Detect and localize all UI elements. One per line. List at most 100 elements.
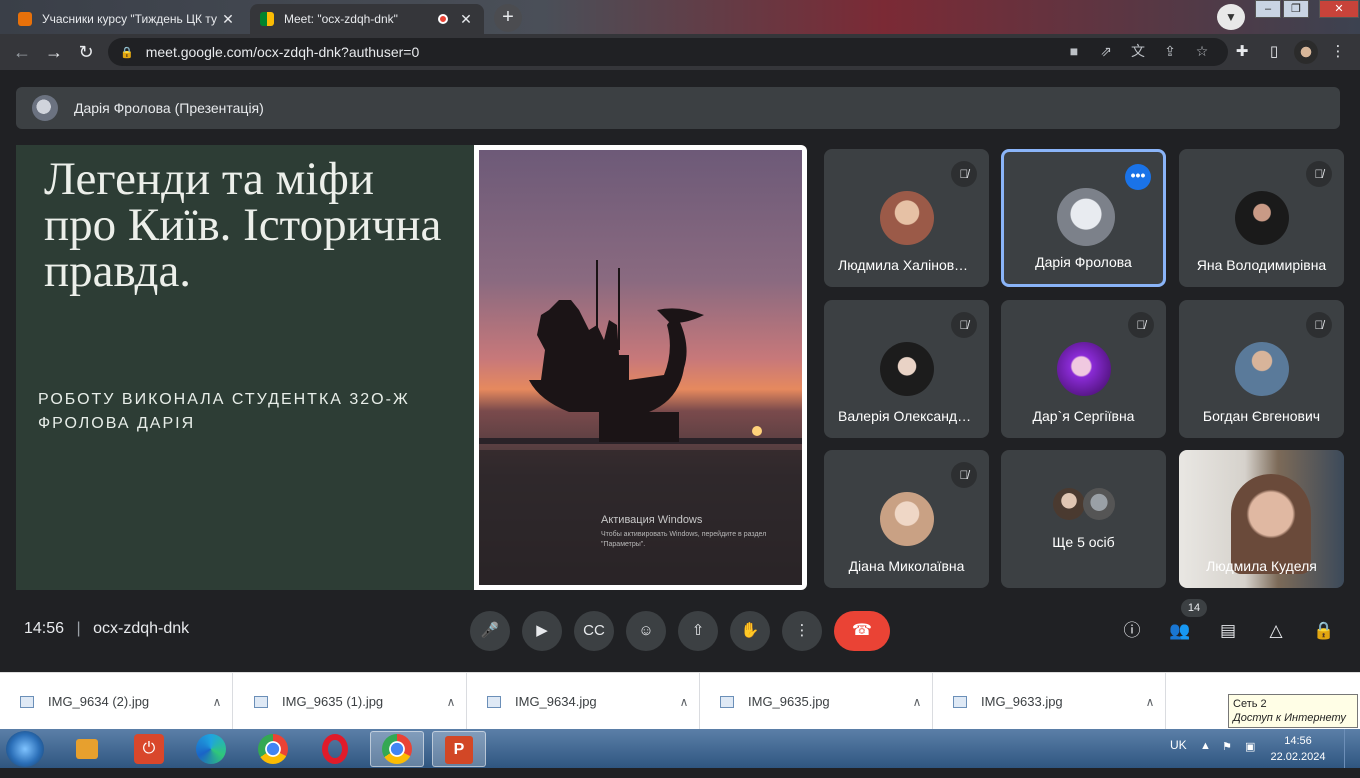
share-icon[interactable]: ⇪: [1159, 40, 1181, 62]
participant-tile[interactable]: 🎙̸ Діана Миколаївна: [824, 450, 989, 588]
participant-tile[interactable]: 🎙̸ Валерія Олександрівна: [824, 300, 989, 438]
participant-avatar: [1057, 342, 1111, 396]
windows-activation-text: Чтобы активировать Windows, перейдите в …: [601, 531, 767, 548]
participant-avatar: [1083, 488, 1115, 520]
raise-hand-button[interactable]: ✋: [730, 611, 770, 651]
chrome-active-icon[interactable]: [370, 731, 424, 767]
participant-avatar: [1057, 188, 1115, 246]
download-item[interactable]: IMG_9634 (2).jpg ∧: [0, 673, 233, 730]
reload-icon[interactable]: ↻: [70, 34, 102, 70]
participant-video-tile[interactable]: Людмила Куделя: [1179, 450, 1344, 588]
maximize-button[interactable]: ❐: [1283, 0, 1309, 18]
action-center-flag-icon[interactable]: ⚑: [1222, 740, 1232, 753]
slide-photo: Активация Windows Чтобы активировать Win…: [474, 145, 807, 590]
mic-off-icon: 🎙̸: [951, 312, 977, 338]
participant-name: Яна Володимирівна: [1196, 257, 1327, 273]
camera-icon[interactable]: ■: [1063, 40, 1085, 62]
participant-avatar: [880, 342, 934, 396]
present-now-button[interactable]: ⇧: [678, 611, 718, 651]
download-filename: IMG_9634.jpg: [515, 694, 597, 709]
participant-name: Людмила Халіновська: [838, 257, 983, 273]
microphone-button[interactable]: 🎤: [470, 611, 510, 651]
tab-search-icon[interactable]: ▼: [1217, 4, 1245, 30]
host-controls-icon[interactable]: 🔒: [1310, 618, 1338, 644]
chevron-up-icon[interactable]: ∧: [1135, 695, 1165, 709]
meeting-details-icon[interactable]: ⓘ: [1118, 618, 1146, 644]
slide-subtitle: РОБОТУ ВИКОНАЛА СТУДЕНТКА 32О-Ж ФРОЛОВА …: [38, 391, 410, 432]
windows-activation-title: Активация Windows: [601, 514, 703, 526]
participant-name: Діана Миколаївна: [848, 558, 965, 574]
url-text: meet.google.com/ocx-zdqh-dnk?authuser=0: [145, 44, 420, 60]
new-tab-button[interactable]: +: [494, 4, 522, 32]
download-item[interactable]: IMG_9635.jpg ∧: [700, 673, 933, 730]
network-icon[interactable]: ▣: [1245, 740, 1255, 753]
download-filename: IMG_9635 (1).jpg: [282, 694, 384, 709]
captions-button[interactable]: CC: [574, 611, 614, 651]
opera-icon[interactable]: [308, 731, 362, 767]
forward-icon[interactable]: →: [38, 34, 70, 70]
download-filename: IMG_9634 (2).jpg: [48, 694, 150, 709]
participant-tile[interactable]: 🎙̸ Людмила Халіновська: [824, 149, 989, 287]
people-count-badge: 14: [1181, 599, 1207, 617]
presenter-bar: Дарія Фролова (Презентація): [16, 87, 1340, 129]
chrome-icon[interactable]: [246, 731, 300, 767]
language-indicator[interactable]: UK: [1170, 738, 1187, 752]
download-item[interactable]: IMG_9634.jpg ∧: [467, 673, 700, 730]
media-player-icon[interactable]: [60, 731, 114, 767]
participant-name: Валерія Олександрівна: [838, 408, 989, 424]
mic-off-icon: 🎙̸: [1306, 161, 1332, 187]
participant-tile[interactable]: 🎙̸ Яна Володимирівна: [1179, 149, 1344, 287]
image-file-icon: [953, 695, 967, 708]
emoji-reactions-button[interactable]: ☺: [626, 611, 666, 651]
bookmark-star-icon[interactable]: ☆: [1191, 40, 1213, 62]
taskbar-date: 22.02.2024: [1270, 751, 1326, 763]
more-options-button[interactable]: •••: [1125, 164, 1151, 190]
meet-stage: Дарія Фролова (Презентація) Легенди та м…: [0, 70, 1360, 672]
menu-kebab-icon[interactable]: ⋮: [1326, 40, 1350, 64]
taskbar-clock[interactable]: 14:56 22.02.2024: [1270, 733, 1326, 765]
tab-meet[interactable]: Meet: "ocx-zdqh-dnk" ✕: [250, 4, 484, 34]
minimize-button[interactable]: –: [1255, 0, 1281, 18]
participant-tile-active[interactable]: ••• Дарія Фролова: [1001, 149, 1166, 287]
downloads-bar: IMG_9634 (2).jpg ∧ IMG_9635 (1).jpg ∧ IM…: [0, 672, 1360, 730]
close-window-button[interactable]: ✕: [1319, 0, 1359, 18]
chevron-up-icon[interactable]: ∧: [669, 695, 699, 709]
participant-tile[interactable]: 🎙̸ Богдан Євгенович: [1179, 300, 1344, 438]
close-icon[interactable]: ✕: [458, 11, 474, 28]
open-in-new-icon[interactable]: ⇗: [1095, 40, 1117, 62]
back-icon[interactable]: ←: [6, 34, 38, 70]
participant-avatar: [1235, 342, 1289, 396]
leave-call-button[interactable]: ☎: [834, 611, 890, 651]
presenter-avatar: [32, 95, 58, 121]
profile-avatar[interactable]: [1294, 40, 1318, 64]
people-icon[interactable]: 👥: [1166, 618, 1194, 644]
more-participants-label: Ще 5 осіб: [1052, 534, 1115, 550]
close-icon[interactable]: ✕: [220, 11, 236, 28]
extensions-icon[interactable]: ✚: [1230, 40, 1254, 64]
start-button[interactable]: [6, 731, 44, 767]
meet-icon: [260, 12, 274, 26]
meeting-code: ocx-zdqh-dnk: [93, 620, 190, 637]
download-item[interactable]: IMG_9633.jpg ∧: [933, 673, 1166, 730]
address-bar[interactable]: 🔒 meet.google.com/ocx-zdqh-dnk?authuser=…: [108, 38, 1228, 66]
activities-icon[interactable]: △: [1262, 618, 1290, 644]
translate-icon[interactable]: 文: [1127, 40, 1149, 62]
show-desktop-button[interactable]: [1344, 729, 1360, 768]
participant-tile[interactable]: 🎙̸ Дар`я Сергіївна: [1001, 300, 1166, 438]
shutdown-app-icon[interactable]: ⏻: [122, 731, 176, 767]
chevron-up-icon[interactable]: ∧: [436, 695, 466, 709]
more-participants-tile[interactable]: Ще 5 осіб: [1001, 450, 1166, 588]
chat-icon[interactable]: ▤: [1214, 618, 1242, 644]
side-panel-icon[interactable]: ▯: [1262, 40, 1286, 64]
more-options-button[interactable]: ⋮: [782, 611, 822, 651]
chevron-up-icon[interactable]: ∧: [902, 695, 932, 709]
powerpoint-icon[interactable]: P: [432, 731, 486, 767]
meeting-time: 14:56: [24, 620, 65, 637]
chevron-up-icon[interactable]: ∧: [202, 695, 232, 709]
camera-button[interactable]: ▶: [522, 611, 562, 651]
tab-course-participants[interactable]: Учасники курсу "Тиждень ЦК ту ✕: [8, 4, 246, 34]
edge-icon[interactable]: [184, 731, 238, 767]
recording-icon: [438, 14, 448, 24]
download-item[interactable]: IMG_9635 (1).jpg ∧: [234, 673, 467, 730]
tray-expand-icon[interactable]: ▲: [1200, 740, 1211, 752]
